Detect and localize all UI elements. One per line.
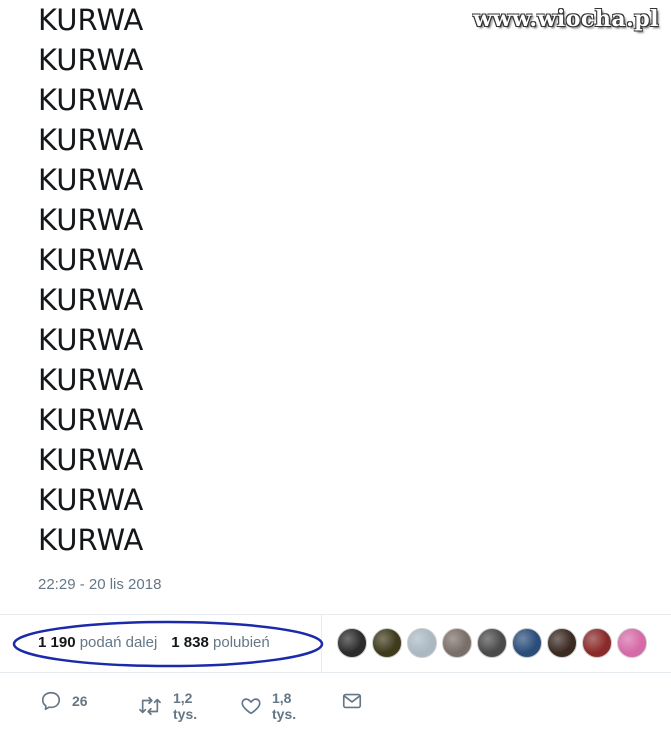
retweets-count: 1 190 <box>38 634 76 651</box>
tweet-line: KURWA <box>38 3 144 37</box>
engagement-stats: 1 190 podań dalej 1 838 polubień <box>38 634 270 651</box>
tweet-text: KURWA KURWA KURWA KURWA KURWA KURWA KURW… <box>38 0 143 560</box>
avatar-flag-icon[interactable] <box>582 628 612 658</box>
tweet-line: KURWA <box>38 163 144 197</box>
avatar-blue-icon[interactable] <box>512 628 542 658</box>
tweet-line: KURWA <box>38 403 144 437</box>
avatar-dark-icon[interactable] <box>337 628 367 658</box>
avatar-dog-icon[interactable] <box>477 628 507 658</box>
retweet-icon <box>137 695 163 717</box>
likes-label: polubień <box>213 634 270 651</box>
tweet-line: KURWA <box>38 243 144 277</box>
envelope-icon <box>341 690 363 712</box>
heart-icon <box>240 695 262 717</box>
like-count: 1,8 tys. <box>272 690 297 722</box>
tweet-line: KURWA <box>38 43 144 77</box>
avatar-photo-icon[interactable] <box>442 628 472 658</box>
divider <box>0 614 671 615</box>
tweet-timestamp[interactable]: 22:29 - 20 lis 2018 <box>38 576 161 593</box>
retweet-count: 1,2 tys. <box>173 690 198 722</box>
tweet-line: KURWA <box>38 283 144 317</box>
retweets-label: podań dalej <box>79 634 158 651</box>
message-button[interactable] <box>341 690 363 712</box>
tweet-line: KURWA <box>38 203 144 237</box>
tweet-line: KURWA <box>38 83 144 117</box>
reply-count: 26 <box>72 693 88 709</box>
watermark: www.wiocha.pl <box>473 6 659 32</box>
divider <box>0 672 671 673</box>
reply-icon <box>40 690 62 712</box>
like-button[interactable]: 1,8 tys. <box>240 690 296 722</box>
tweet-line: KURWA <box>38 123 144 157</box>
avatar-portrait-icon[interactable] <box>372 628 402 658</box>
tweet-line: KURWA <box>38 323 144 357</box>
likers-avatars <box>337 628 647 658</box>
retweets-stat[interactable]: 1 190 podań dalej <box>38 634 157 651</box>
avatar-default-icon[interactable] <box>407 628 437 658</box>
tweet-line: KURWA <box>38 523 144 557</box>
avatar-pink-icon[interactable] <box>617 628 647 658</box>
retweet-button[interactable]: 1,2 tys. <box>137 690 197 722</box>
tweet-line: KURWA <box>38 363 144 397</box>
likes-stat[interactable]: 1 838 polubień <box>171 634 269 651</box>
reply-button[interactable]: 26 <box>40 690 88 712</box>
tweet-line: KURWA <box>38 443 144 477</box>
likes-count: 1 838 <box>171 634 209 651</box>
tweet-line: KURWA <box>38 483 144 517</box>
avatar-person-icon[interactable] <box>547 628 577 658</box>
